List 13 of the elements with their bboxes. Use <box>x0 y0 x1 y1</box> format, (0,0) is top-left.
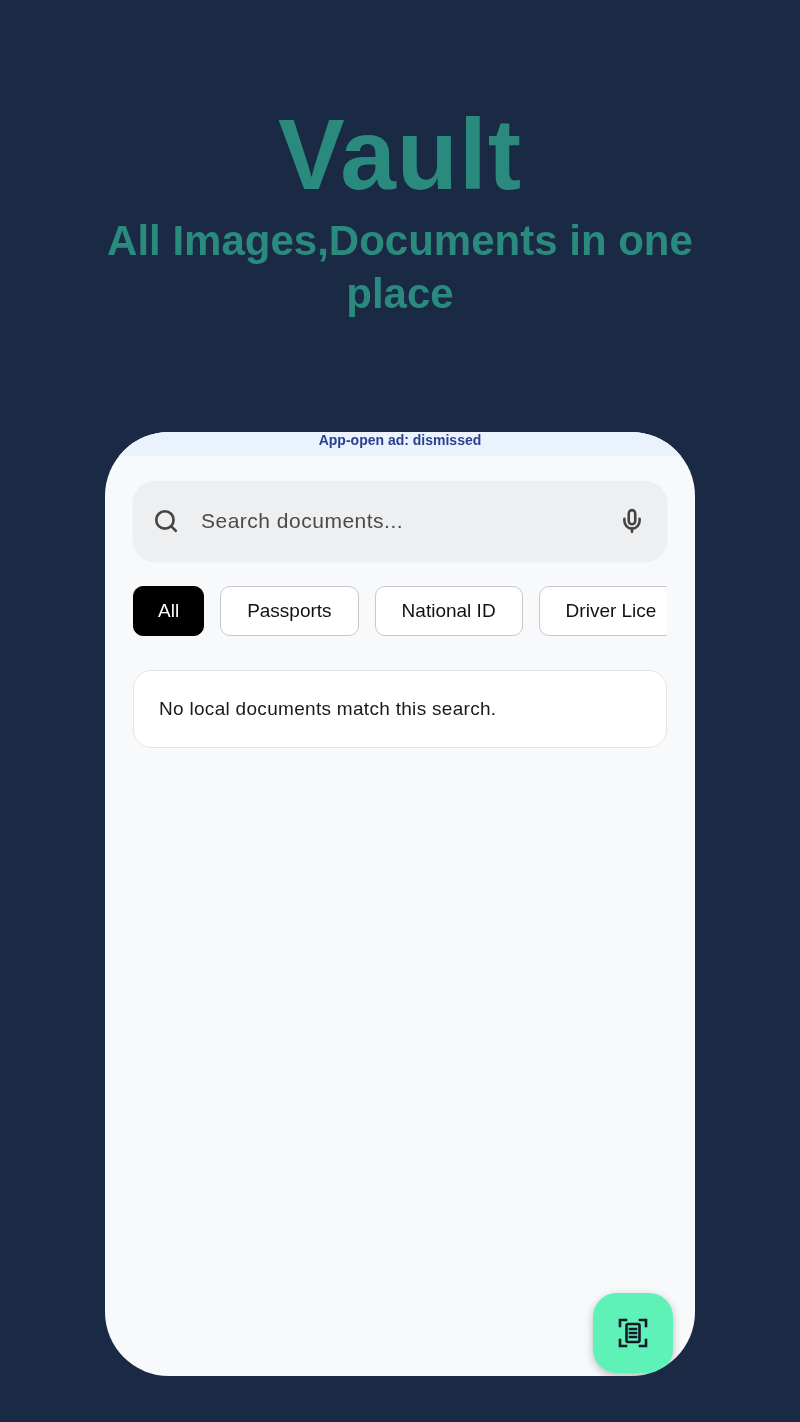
app-title: Vault <box>278 100 522 208</box>
ad-status-text: App-open ad: dismissed <box>318 432 482 448</box>
filter-chip[interactable]: All <box>133 586 205 636</box>
search-icon <box>153 508 179 534</box>
document-scan-icon <box>618 1318 648 1348</box>
search-field[interactable]: Search documents... <box>133 481 667 561</box>
scan-document-button[interactable] <box>593 1293 673 1373</box>
empty-state-message: No local documents match this search. <box>159 696 497 721</box>
filter-chip[interactable]: Driver Lice <box>538 586 667 636</box>
app-subtitle: All Images,Documents in one place <box>106 216 694 319</box>
filter-chip[interactable]: National ID <box>374 586 523 636</box>
filter-chip[interactable]: Passports <box>220 586 359 636</box>
search-input[interactable]: Search documents... <box>201 505 619 537</box>
